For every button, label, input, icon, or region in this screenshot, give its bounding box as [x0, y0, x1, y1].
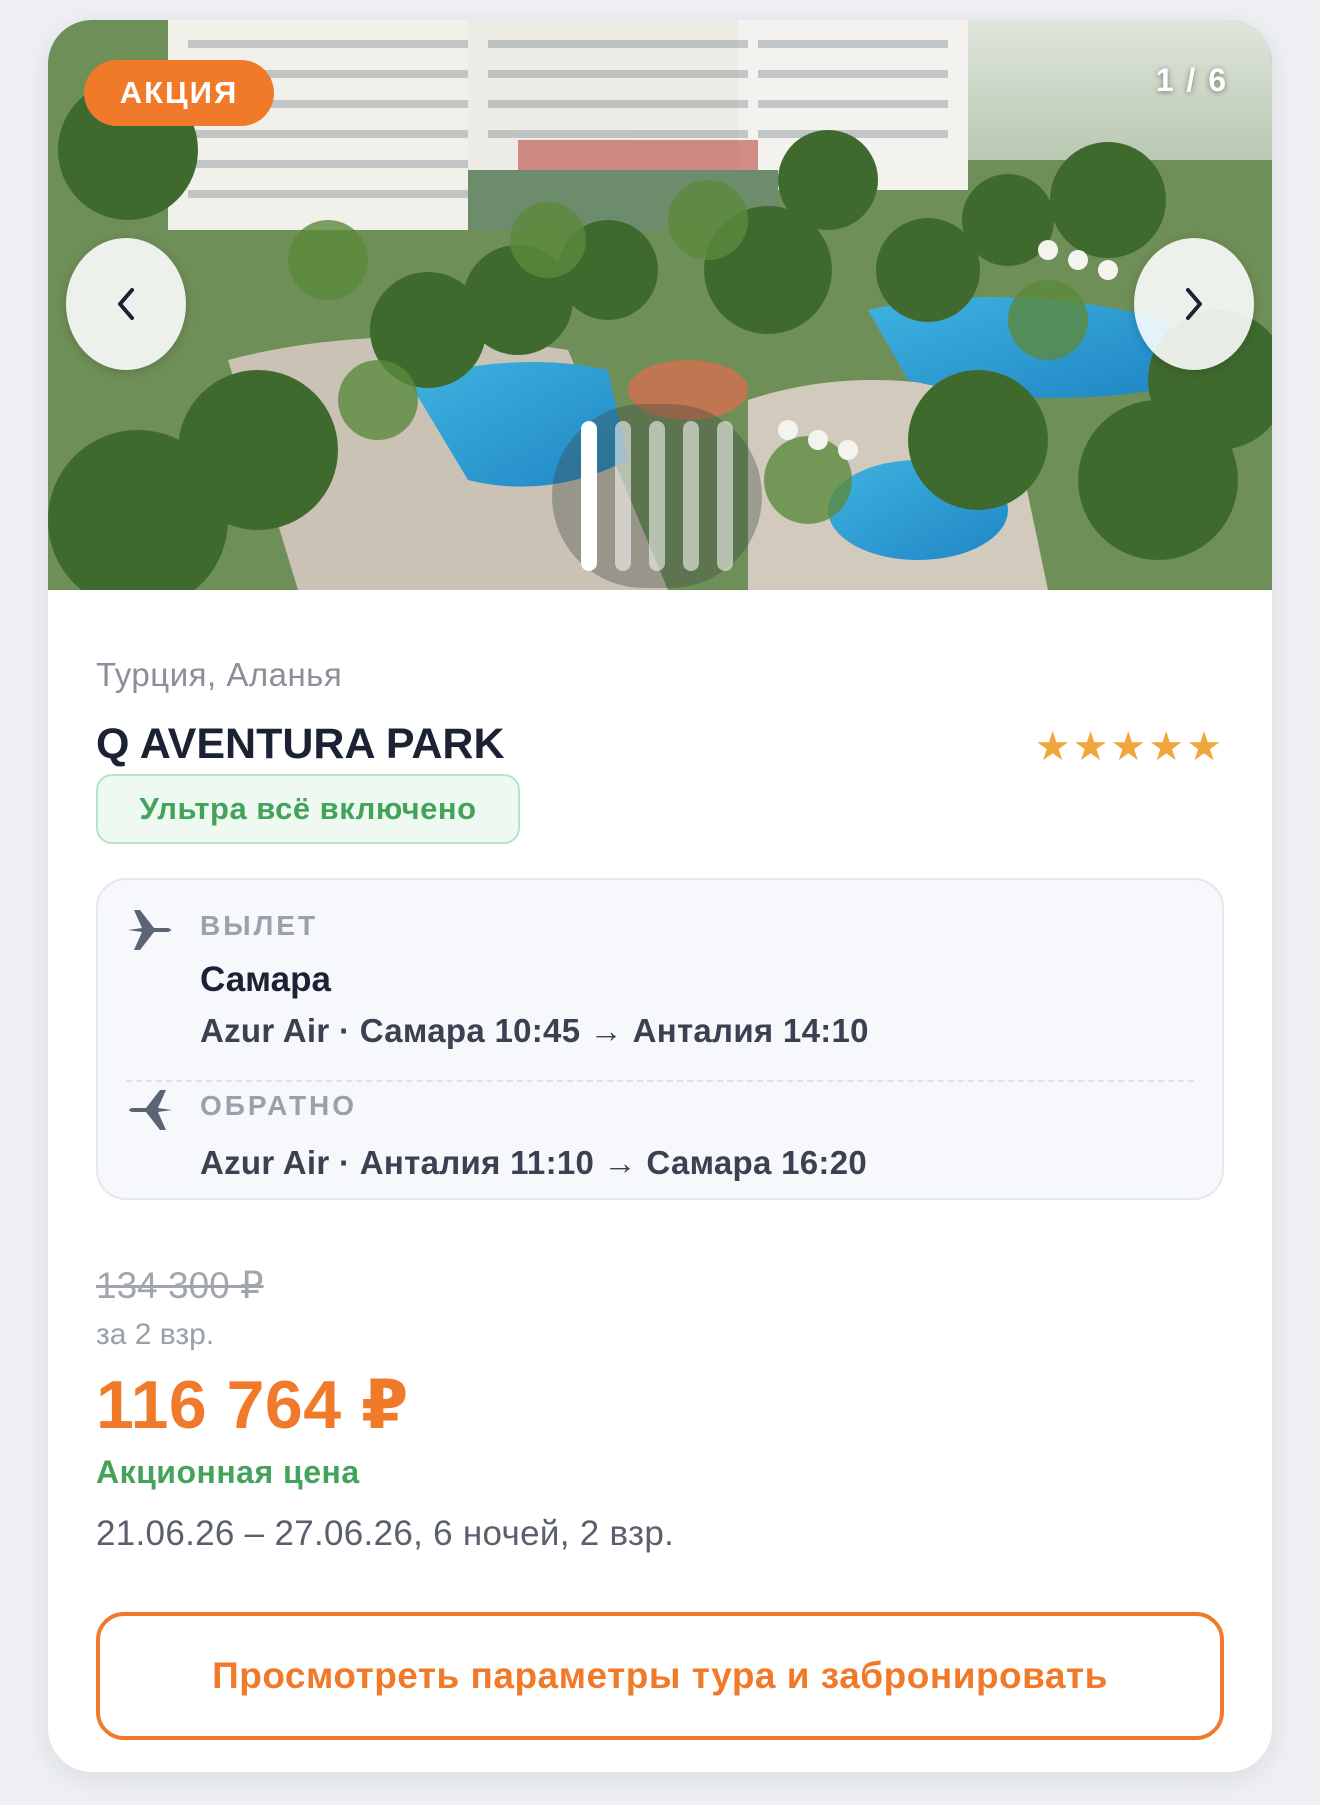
hotel-star-rating: ★★★★★: [1034, 725, 1224, 769]
sale-badge: АКЦИЯ: [84, 60, 274, 126]
old-price: 134 300 ₽: [96, 1265, 264, 1306]
chevron-right-icon: [1186, 288, 1202, 320]
price-per-adults: за 2 взр.: [96, 1318, 215, 1351]
hotel-photo-gallery[interactable]: АКЦИЯ 1 / 6: [48, 20, 1272, 590]
outbound-label: ВЫЛЕТ: [200, 910, 319, 941]
outbound-route: Azur Air · Самара 10:45 → Анталия 14:10: [200, 1012, 869, 1049]
photo-counter: 1 / 6: [1155, 62, 1228, 98]
pagination-dot[interactable]: [615, 421, 631, 571]
photo-pagination: [552, 404, 762, 588]
flight-details: ВЫЛЕТ Самара Azur Air · Самара 10:45 → А…: [96, 878, 1224, 1200]
return-label: ОБРАТНО: [200, 1090, 358, 1121]
view-and-book-button[interactable]: Просмотреть параметры тура и забронирова…: [96, 1612, 1224, 1740]
tour-card: АКЦИЯ 1 / 6 Турция, Аланья Q AVENTURA PA…: [48, 20, 1272, 1772]
departure-city: Самара: [200, 960, 331, 999]
current-price: 116 764 ₽: [96, 1367, 409, 1443]
tour-dates: 21.06.26 – 27.06.26, 6 ночей, 2 взр.: [96, 1514, 675, 1553]
plane-departure-icon: [128, 910, 171, 950]
chevron-left-icon: [118, 288, 134, 320]
return-route: Azur Air · Анталия 11:10 → Самара 16:20: [200, 1144, 868, 1181]
previous-photo-button[interactable]: [66, 238, 186, 370]
pagination-dot[interactable]: [581, 421, 597, 571]
promo-price-label: Акционная цена: [96, 1454, 360, 1490]
hotel-location: Турция, Аланья: [96, 656, 343, 693]
meal-plan-badge: Ультра всё включено: [96, 774, 520, 844]
flight-divider: [126, 1080, 1194, 1082]
plane-arrival-icon: [129, 1090, 172, 1130]
next-photo-button[interactable]: [1134, 238, 1254, 370]
pagination-dot[interactable]: [649, 421, 665, 571]
hotel-name[interactable]: Q AVENTURA PARK: [96, 720, 505, 769]
pagination-dot[interactable]: [683, 421, 699, 571]
pagination-dot[interactable]: [717, 421, 733, 571]
